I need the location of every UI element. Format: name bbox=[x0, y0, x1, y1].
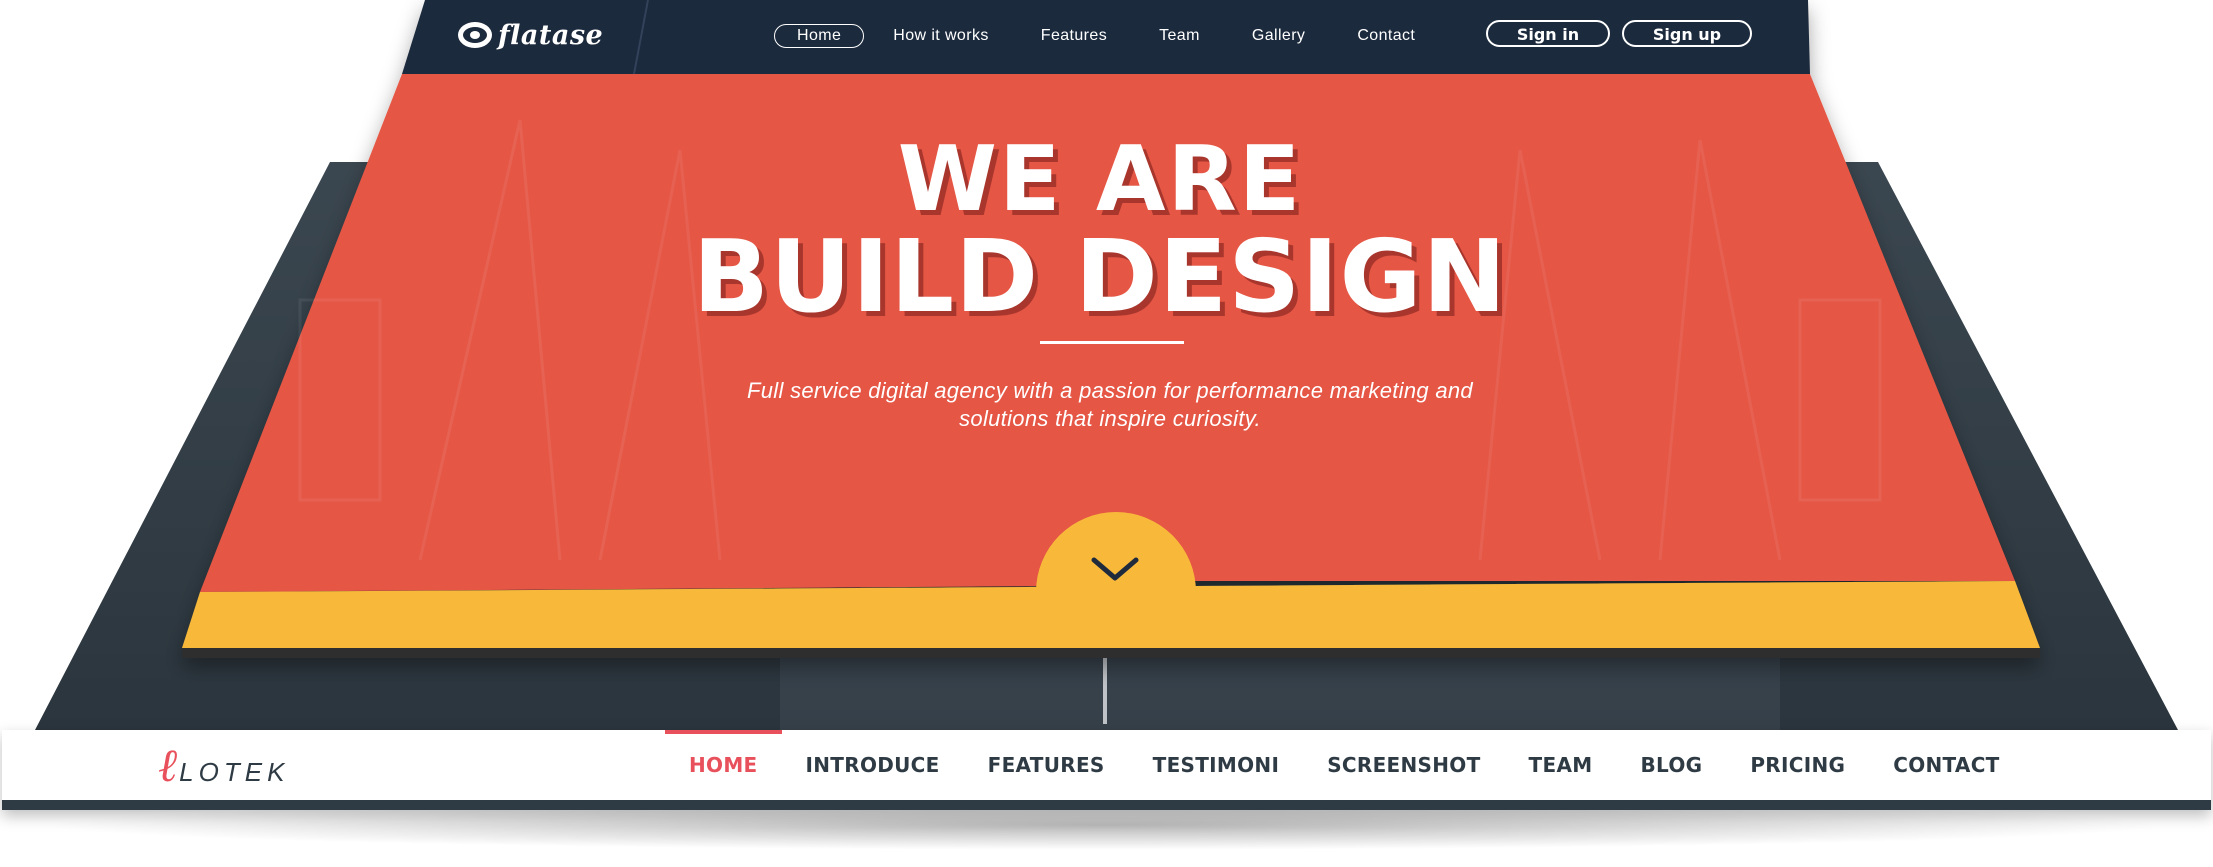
flatase-nav-how-it-works[interactable]: How it works bbox=[870, 24, 1011, 48]
flatase-nav-gallery[interactable]: Gallery bbox=[1229, 24, 1328, 48]
flatase-nav-team[interactable]: Team bbox=[1136, 24, 1223, 48]
flatase-logo-text: flatase bbox=[498, 19, 604, 51]
sign-up-button[interactable]: Sign up bbox=[1622, 20, 1752, 47]
hero-divider bbox=[1040, 341, 1184, 344]
flatase-nav-menu: Home How it works Features Team Gallery … bbox=[774, 20, 1444, 52]
sign-in-button[interactable]: Sign in bbox=[1486, 20, 1610, 47]
eye-circle-icon bbox=[458, 22, 492, 48]
hero-title-line1: WE ARE bbox=[897, 127, 1303, 232]
hero-subtitle: Full service digital agency with a passi… bbox=[640, 377, 1580, 433]
hero-subtitle-line1: Full service digital agency with a passi… bbox=[747, 378, 1473, 403]
chevron-down-icon bbox=[1091, 557, 1139, 581]
hero-subtitle-line2: solutions that inspire curiosity. bbox=[959, 406, 1261, 431]
flatase-nav-home[interactable]: Home bbox=[774, 24, 865, 48]
flatase-nav-features[interactable]: Features bbox=[1018, 24, 1130, 48]
hero-title-line2: BUILD DESIGN bbox=[692, 218, 1508, 335]
flatase-nav-contact[interactable]: Contact bbox=[1334, 24, 1438, 48]
flatase-logo[interactable]: flatase bbox=[458, 16, 603, 54]
